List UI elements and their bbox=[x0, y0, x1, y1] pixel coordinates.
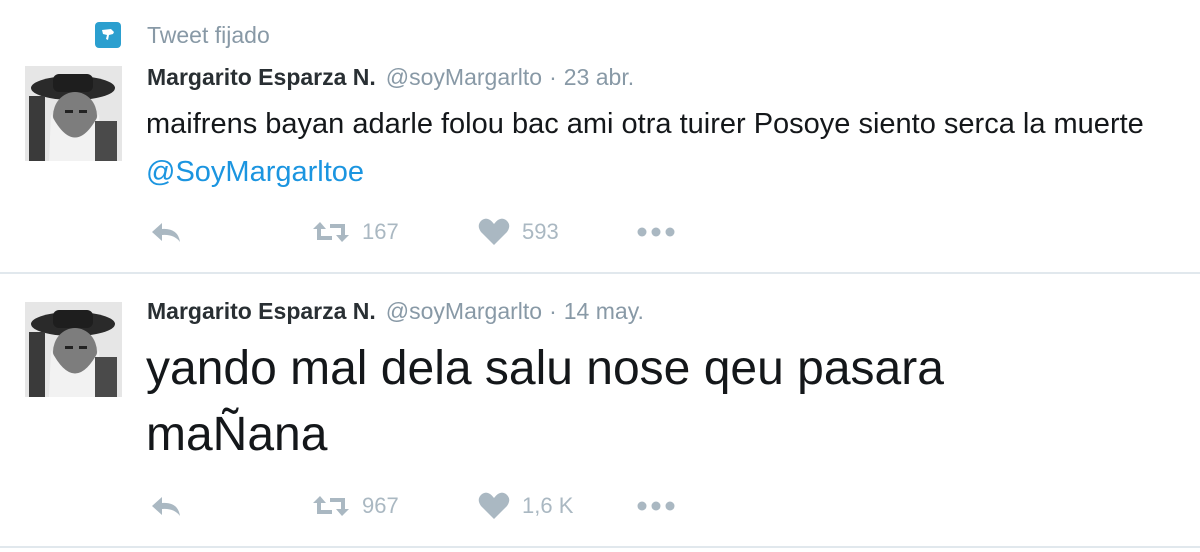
reply-icon bbox=[150, 220, 182, 244]
like-button[interactable]: 1,6 K bbox=[478, 486, 573, 526]
like-count: 1,6 K bbox=[522, 493, 574, 518]
heart-icon bbox=[478, 492, 510, 520]
avatar[interactable] bbox=[25, 66, 122, 161]
tweet-date[interactable]: 14 may. bbox=[564, 298, 644, 325]
author-handle[interactable]: @soyMargarlto bbox=[386, 298, 542, 325]
tweet-header: Margarito Esparza N. @soyMargarlto · 23 … bbox=[147, 64, 634, 96]
author-name[interactable]: Margarito Esparza N. bbox=[147, 298, 376, 325]
retweet-count: 967 bbox=[362, 493, 399, 518]
retweet-button[interactable]: 967 bbox=[312, 486, 399, 526]
author-handle[interactable]: @soyMargarlto bbox=[386, 64, 542, 91]
reply-button[interactable] bbox=[150, 486, 182, 526]
more-button[interactable] bbox=[636, 486, 676, 526]
reply-icon bbox=[150, 494, 182, 518]
avatar[interactable] bbox=[25, 302, 122, 397]
tweet-card[interactable]: Margarito Esparza N. @soyMargarlto · 14 … bbox=[0, 274, 1200, 546]
retweet-icon bbox=[312, 220, 350, 244]
tweet-body: yando mal dela salu nose qeu pasara maÑa… bbox=[146, 342, 944, 461]
more-button[interactable] bbox=[636, 212, 676, 252]
tweet-text: yando mal dela salu nose qeu pasara maÑa… bbox=[146, 336, 1066, 468]
tweet-text: maifrens bayan adarle folou bac ami otra… bbox=[146, 100, 1186, 196]
more-icon bbox=[636, 501, 676, 511]
retweet-count: 167 bbox=[362, 219, 399, 244]
tweet-header: Margarito Esparza N. @soyMargarlto · 14 … bbox=[147, 298, 644, 330]
author-name[interactable]: Margarito Esparza N. bbox=[147, 64, 376, 91]
retweet-icon bbox=[312, 494, 350, 518]
pinned-label: Tweet fijado bbox=[147, 21, 270, 48]
pin-icon bbox=[95, 22, 121, 48]
tweet-date[interactable]: 23 abr. bbox=[564, 64, 634, 91]
like-button[interactable]: 593 bbox=[478, 212, 559, 252]
more-icon bbox=[636, 227, 676, 237]
tweet-body: maifrens bayan adarle folou bac ami otra… bbox=[146, 108, 1144, 140]
separator-dot: · bbox=[549, 64, 557, 90]
tweet-divider bbox=[0, 546, 1200, 548]
heart-icon bbox=[478, 218, 510, 246]
like-count: 593 bbox=[522, 219, 559, 244]
tweet-actions: 167 593 bbox=[146, 212, 706, 252]
separator-dot: · bbox=[549, 298, 557, 324]
tweet-actions: 967 1,6 K bbox=[146, 486, 706, 526]
mention-link[interactable]: @SoyMargarltoe bbox=[146, 156, 364, 188]
reply-button[interactable] bbox=[150, 212, 182, 252]
tweet-card[interactable]: Tweet fijado Margarito Esparza N. @soyMa… bbox=[0, 0, 1200, 272]
pinned-indicator: Tweet fijado bbox=[95, 20, 270, 50]
retweet-button[interactable]: 167 bbox=[312, 212, 399, 252]
